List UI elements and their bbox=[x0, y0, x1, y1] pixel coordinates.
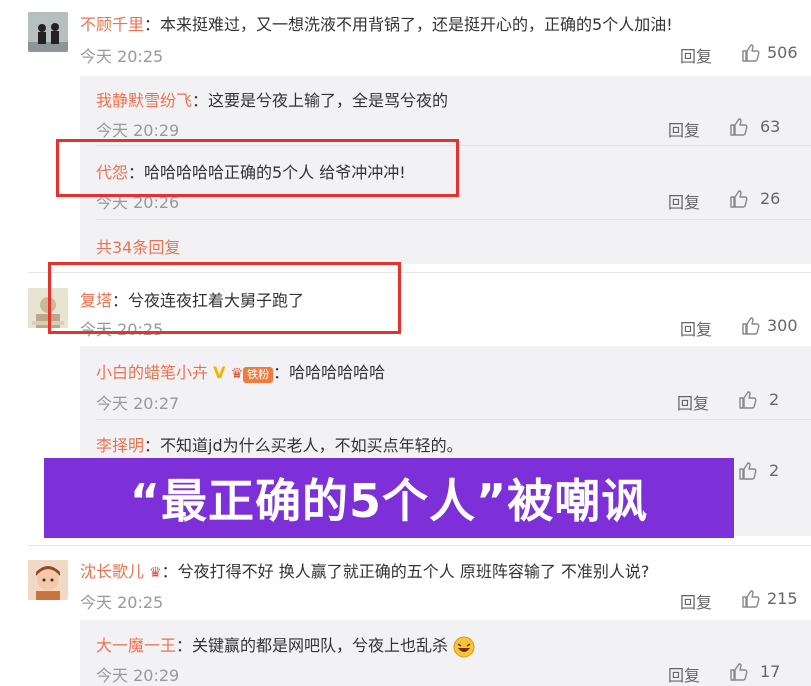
reply-line: 我静默雪纷飞：这要是兮夜上输了，全是骂兮夜的 bbox=[96, 87, 448, 111]
reply-button[interactable]: 回复 bbox=[680, 43, 712, 67]
reply-text: ：不知道jd为什么买老人，不如买点年轻的。 bbox=[144, 436, 463, 455]
reply-line: 小白的蜡笔小卉 V ♛ 铁粉 ：哈哈哈哈哈哈 bbox=[96, 359, 385, 383]
reply-username[interactable]: 小白的蜡笔小卉 bbox=[96, 363, 208, 382]
divider bbox=[96, 219, 811, 220]
like-count: 300 bbox=[767, 316, 798, 335]
verified-v-icon: V bbox=[213, 363, 226, 382]
reply-button[interactable]: 回复 bbox=[668, 189, 700, 213]
like-count: 63 bbox=[760, 117, 781, 136]
thumbs-up-icon[interactable] bbox=[741, 43, 761, 63]
like-count: 2 bbox=[769, 461, 780, 480]
like-count: 2 bbox=[769, 390, 780, 409]
reply-time: 今天 20:27 bbox=[96, 394, 180, 413]
avatar[interactable] bbox=[28, 560, 68, 600]
reply-username[interactable]: 李择明 bbox=[96, 436, 144, 455]
view-more-replies-link[interactable]: 共34条回复 bbox=[96, 234, 180, 258]
reply-button[interactable]: 回复 bbox=[668, 662, 700, 686]
comment-username[interactable]: 沈长歌儿 bbox=[80, 562, 144, 581]
reply-time: 今天 20:29 bbox=[96, 666, 180, 685]
caption-banner-text: “最正确的5个人”被嘲讽 bbox=[129, 474, 649, 528]
like-count: 215 bbox=[767, 589, 798, 608]
comment-line: 不顾千里：本来挺难过，又一想洗液不用背锅了，还是挺开心的，正确的5个人加油! bbox=[80, 11, 673, 35]
thumbs-up-icon[interactable] bbox=[729, 189, 749, 209]
comment-text: ：本来挺难过，又一想洗液不用背锅了，还是挺开心的，正确的5个人加油! bbox=[144, 15, 673, 34]
crown-icon: ♛ bbox=[230, 366, 244, 382]
thumbs-up-icon[interactable] bbox=[729, 117, 749, 137]
thumbs-up-icon[interactable] bbox=[741, 316, 761, 336]
thumbs-up-icon[interactable] bbox=[729, 662, 749, 682]
reply-time: 今天 20:29 bbox=[96, 121, 180, 140]
reply-button[interactable]: 回复 bbox=[680, 589, 712, 613]
reply-button[interactable]: 回复 bbox=[677, 390, 709, 414]
thumbs-up-icon[interactable] bbox=[741, 589, 761, 609]
like-count: 506 bbox=[767, 43, 798, 62]
reply-button[interactable]: 回复 bbox=[680, 316, 712, 340]
divider bbox=[96, 419, 811, 420]
comment-text: ：兮夜打得不好 换人赢了就正确的五个人 原班阵容输了 不准别人说? bbox=[161, 562, 650, 581]
crown-icon: ♛ bbox=[149, 565, 162, 581]
reply-text: ：这要是兮夜上输了，全是骂兮夜的 bbox=[192, 91, 449, 110]
laughing-emoji-icon bbox=[453, 636, 475, 657]
caption-banner: “最正确的5个人”被嘲讽 bbox=[44, 458, 734, 538]
avatar-image bbox=[28, 560, 68, 600]
comment-time: 今天 20:25 bbox=[80, 593, 164, 612]
avatar-image bbox=[28, 12, 68, 52]
thumbs-up-icon[interactable] bbox=[738, 461, 758, 481]
reply-text: ：关键赢的都是网吧队，兮夜上也乱杀 bbox=[176, 636, 449, 655]
reply-line: 大一魔一王：关键赢的都是网吧队，兮夜上也乱杀 bbox=[96, 632, 475, 658]
like-count: 26 bbox=[760, 189, 781, 208]
reply-username[interactable]: 我静默雪纷飞 bbox=[96, 91, 192, 110]
divider bbox=[28, 545, 811, 546]
like-count: 17 bbox=[760, 662, 781, 681]
thumbs-up-icon[interactable] bbox=[738, 390, 758, 410]
highlight-box bbox=[56, 139, 459, 197]
comment-username[interactable]: 不顾千里 bbox=[80, 15, 144, 34]
comment-line: 沈长歌儿 ♛：兮夜打得不好 换人赢了就正确的五个人 原班阵容输了 不准别人说? bbox=[80, 558, 649, 582]
reply-line: 李择明：不知道jd为什么买老人，不如买点年轻的。 bbox=[96, 432, 463, 456]
reply-text: ：哈哈哈哈哈哈 bbox=[273, 363, 386, 382]
reply-username[interactable]: 大一魔一王 bbox=[96, 636, 176, 655]
avatar[interactable] bbox=[28, 12, 68, 52]
highlight-box bbox=[48, 262, 401, 334]
reply-button[interactable]: 回复 bbox=[668, 117, 700, 141]
comment-time: 今天 20:25 bbox=[80, 47, 164, 66]
fan-badge: 铁粉 bbox=[243, 367, 274, 383]
